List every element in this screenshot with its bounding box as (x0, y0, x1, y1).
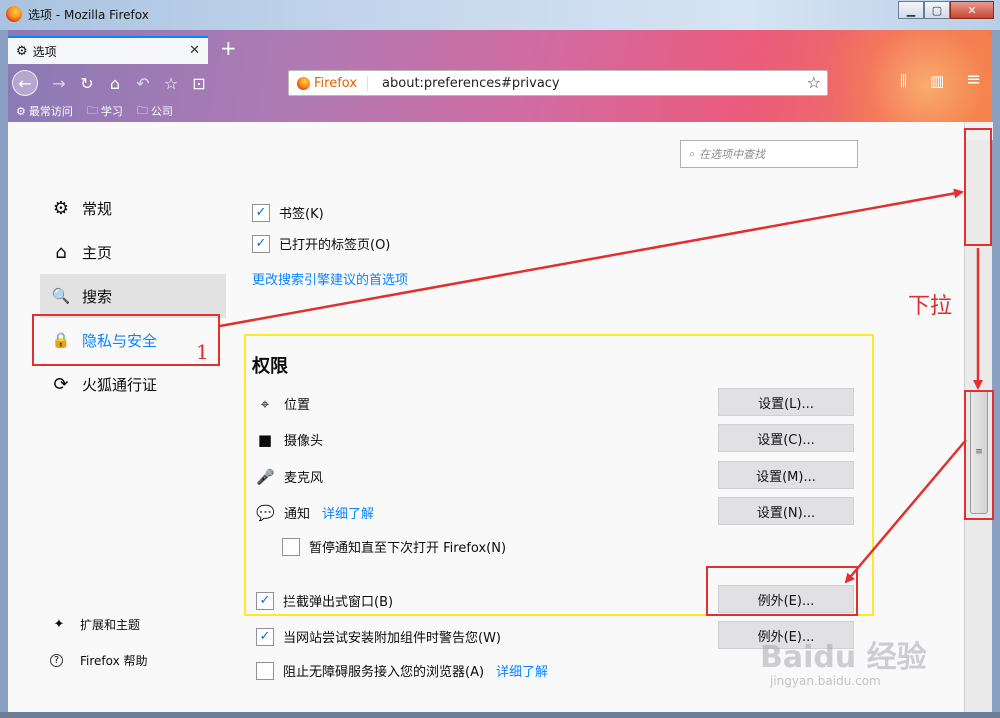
home-button[interactable]: ⌂ (102, 70, 128, 96)
new-tab-button[interactable]: + (220, 36, 237, 60)
annotation-privacy-highlight (32, 314, 220, 366)
bookmark-folder-company[interactable]: 🗀 公司 (137, 102, 173, 121)
window-frame-bottom (0, 712, 1000, 718)
prevent-accessibility-row: 阻止无障碍服务接入您的浏览器(A) 详细了解 (256, 661, 548, 680)
bookmarks-toolbar: ⚙ 最常访问 🗀 学习 🗀 公司 (8, 100, 992, 122)
open-tabs-checkbox[interactable]: ✓ (252, 234, 270, 253)
footer-label: 扩展和主题 (80, 618, 141, 632)
folder-icon: 🗀 (136, 103, 148, 117)
gear-icon: ⚙ (16, 43, 28, 59)
folder-icon: 🗀 (86, 103, 98, 117)
gear-icon: ⚙ (16, 104, 26, 118)
prevent-accessibility-checkbox[interactable] (256, 661, 274, 680)
bookmark-most-visited[interactable]: ⚙ 最常访问 (16, 103, 73, 119)
bookmark-folder-study[interactable]: 🗀 学习 (87, 102, 123, 121)
back-button[interactable]: ← (12, 70, 38, 96)
annotation-scroll-thumb-highlight (964, 390, 994, 520)
bookmarks-suggestion-row: ✓ 书签(K) (252, 203, 324, 222)
identity-label: Firefox (314, 75, 369, 91)
annotation-exceptions-highlight (706, 566, 858, 616)
category-home[interactable]: ⌂ 主页 (40, 230, 226, 274)
reload-button[interactable]: ↻ (74, 70, 100, 96)
sidebar-icon[interactable]: ▥ (930, 72, 944, 90)
category-firefox-account[interactable]: ⟳ 火狐通行证 (40, 362, 226, 406)
forward-button[interactable]: → (46, 70, 72, 96)
maximize-button[interactable]: ▢ (924, 1, 950, 19)
library-icon[interactable]: ⫼ (900, 72, 907, 90)
tab-label: 选项 (32, 44, 57, 59)
category-label: 火狐通行证 (82, 375, 158, 394)
open-tabs-label: 已打开的标签页(O) (279, 238, 391, 253)
category-general[interactable]: ⚙ 常规 (40, 186, 226, 230)
pocket-button[interactable]: ☆ (158, 70, 184, 96)
screenshot-button[interactable]: ⊡ (186, 70, 212, 96)
magnifier-icon: 🔍 (51, 287, 71, 305)
annotation-scroll-top-highlight (964, 128, 992, 246)
tab-preferences[interactable]: ⚙ 选项 ✕ (8, 36, 208, 64)
window-frame-left (0, 30, 8, 718)
close-window-button[interactable]: ✕ (950, 1, 994, 19)
prevent-accessibility-label: 阻止无障碍服务接入您的浏览器(A) (283, 665, 485, 680)
minimize-button[interactable]: ▁ (898, 1, 924, 19)
accessibility-learn-more-link[interactable]: 详细了解 (496, 661, 548, 680)
tab-close-icon[interactable]: ✕ (189, 43, 200, 58)
category-label: 搜索 (82, 287, 113, 306)
search-preferences-input[interactable]: ⌕ 在选项中查找 (680, 140, 858, 168)
annotation-step-number: 1 (196, 340, 209, 364)
browser-toolbar: ⚙ 选项 ✕ + ← → ↻ ⌂ ↶ ☆ ⊡ Firefox about:pre… (8, 30, 992, 122)
bookmark-label: 学习 (100, 105, 123, 118)
sync-icon: ⟳ (53, 373, 69, 395)
footer-firefox-help[interactable]: ? Firefox 帮助 (50, 652, 148, 669)
watermark-url: jingyan.baidu.com (770, 674, 881, 688)
annotation-scroll-hint: 下拉 (908, 294, 953, 319)
category-search[interactable]: 🔍 搜索 (40, 274, 226, 318)
search-placeholder: 在选项中查找 (699, 148, 766, 161)
bookmarks-label: 书签(K) (279, 207, 324, 222)
url-text[interactable]: about:preferences#privacy (382, 76, 560, 91)
window-title: 选项 - Mozilla Firefox (28, 8, 149, 22)
firefox-logo-icon (6, 6, 22, 22)
warn-addons-row: ✓ 当网站尝试安装附加组件时警告您(W) (256, 627, 501, 646)
footer-label: Firefox 帮助 (80, 654, 148, 668)
firefox-identity-icon (297, 76, 310, 90)
category-label: 常规 (82, 199, 113, 218)
help-icon: ? (50, 654, 63, 667)
bookmark-star-icon[interactable]: ☆ (807, 73, 821, 92)
gear-icon: ⚙ (52, 197, 70, 219)
menu-icon[interactable]: ≡ (966, 69, 981, 90)
open-tabs-suggestion-row: ✓ 已打开的标签页(O) (252, 234, 390, 253)
title-bar: 选项 - Mozilla Firefox ▁ ▢ ✕ (0, 0, 1000, 30)
window-controls: ▁ ▢ ✕ (898, 1, 994, 19)
warn-addons-checkbox[interactable]: ✓ (256, 627, 274, 646)
search-icon: ⌕ (689, 147, 696, 160)
home-icon: ⌂ (55, 241, 67, 263)
footer-addons-themes[interactable]: ✦ 扩展和主题 (50, 616, 140, 633)
category-label: 主页 (82, 243, 113, 262)
bookmark-label: 公司 (150, 105, 173, 118)
change-search-engine-link[interactable]: 更改搜索引擎建议的首选项 (252, 269, 408, 288)
baidu-watermark: Baidu 经验 jingyan.baidu.com (760, 628, 950, 698)
navigation-bar: ← → ↻ ⌂ ↶ ☆ ⊡ Firefox about:preferences#… (8, 66, 992, 100)
puzzle-icon: ✦ (53, 617, 65, 632)
undo-close-tab-button[interactable]: ↶ (130, 70, 156, 96)
bookmark-label: 最常访问 (28, 105, 73, 118)
watermark-text: Baidu 经验 (760, 640, 927, 675)
bookmarks-checkbox[interactable]: ✓ (252, 203, 270, 222)
url-bar[interactable]: Firefox about:preferences#privacy ☆ (288, 70, 828, 96)
window-frame-right (992, 30, 1000, 718)
warn-addons-label: 当网站尝试安装附加组件时警告您(W) (283, 631, 501, 646)
